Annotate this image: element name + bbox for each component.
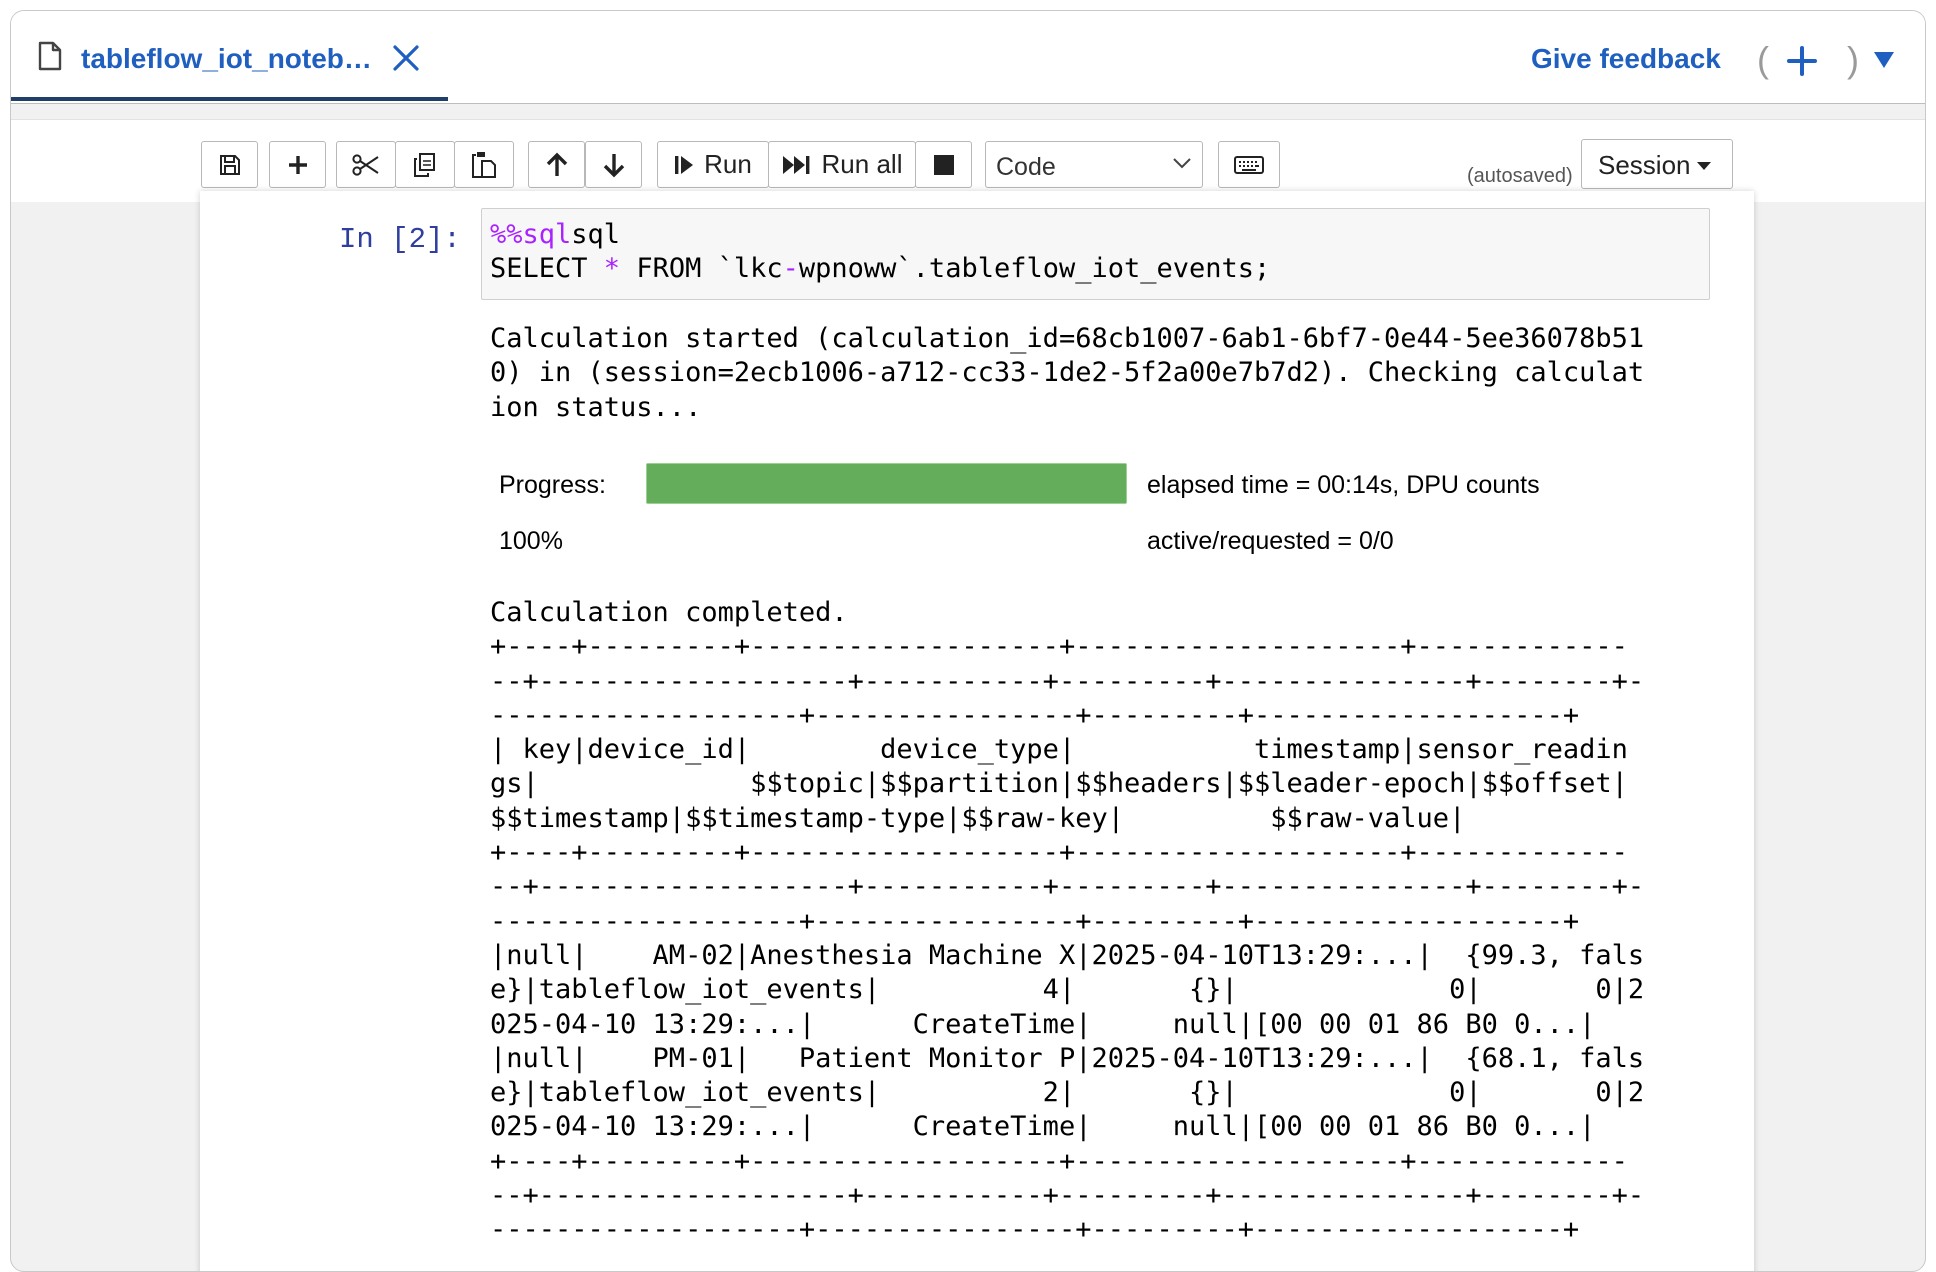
notebook-toolbar: Run Run all Code (autosaved) Session — [11, 119, 1925, 202]
give-feedback-link[interactable]: Give feedback — [1531, 43, 1721, 75]
step-forward-icon — [675, 155, 694, 174]
elapsed-time-text: elapsed time = 00:14s, DPU counts — [1147, 471, 1540, 499]
move-up-button[interactable] — [528, 141, 585, 188]
run-all-label: Run all — [821, 149, 903, 179]
cell-type-select[interactable]: Code — [985, 141, 1203, 188]
notebook-window: tableflow_iot_noteb… Give feedback ( ) R… — [10, 10, 1926, 1272]
plus-icon[interactable] — [1786, 45, 1818, 77]
tab-title: tableflow_iot_noteb… — [81, 43, 372, 74]
insert-cell-button[interactable] — [269, 141, 326, 188]
code-from: FROM `lkc — [620, 253, 783, 284]
paste-icon — [472, 151, 496, 178]
result-table-output: Calculation completed. +----+---------+-… — [490, 597, 1645, 1246]
plus-icon — [288, 155, 307, 174]
dpu-counts-text: active/requested = 0/0 — [1147, 527, 1394, 555]
file-icon — [38, 41, 62, 71]
tab-notebook[interactable]: tableflow_iot_noteb… — [11, 11, 448, 101]
cell-prompt: In [2]: — [339, 223, 461, 256]
chevron-down-icon — [1173, 158, 1191, 169]
save-icon — [219, 154, 240, 175]
paren-close: ) — [1847, 39, 1859, 80]
code-cell-editor[interactable]: %%sqlsql SELECT * FROM `lkc-wpnoww`.tabl… — [481, 208, 1710, 300]
scissors-icon — [352, 153, 379, 176]
calculation-start-output: Calculation started (calculation_id=68cb… — [490, 323, 1645, 423]
paren-open: ( — [1757, 39, 1769, 80]
cell-type-value: Code — [996, 153, 1056, 181]
arrow-up-icon — [546, 152, 567, 176]
triangle-down-icon[interactable] — [1873, 51, 1895, 69]
stop-button[interactable] — [915, 141, 972, 188]
copy-icon — [414, 152, 435, 177]
notebook-body: In [2]: %%sqlsql SELECT * FROM `lkc-wpno… — [200, 191, 1754, 1271]
autosave-status: (autosaved) — [1467, 165, 1573, 187]
code-star: * — [603, 253, 621, 284]
progress-bar-fill — [647, 464, 1126, 503]
fast-forward-icon — [782, 155, 809, 174]
progress-label: Progress: — [499, 471, 606, 499]
save-button[interactable] — [201, 141, 258, 188]
caret-down-icon — [1697, 162, 1711, 170]
code-rest: wpnoww`.tableflow_iot_events; — [798, 253, 1271, 284]
code-magic: %%sql — [490, 219, 572, 250]
keyboard-icon — [1234, 155, 1264, 174]
cut-button[interactable] — [336, 141, 396, 188]
run-label: Run — [704, 149, 752, 179]
close-icon[interactable] — [391, 43, 421, 73]
command-palette-button[interactable] — [1218, 141, 1280, 188]
code-dash: - — [782, 253, 799, 284]
code-select: SELECT — [490, 253, 604, 284]
copy-button[interactable] — [395, 141, 455, 188]
progress-percent: 100% — [499, 527, 563, 555]
session-dropdown[interactable]: Session — [1581, 139, 1733, 189]
session-label: Session — [1598, 150, 1691, 180]
move-down-button[interactable] — [585, 141, 642, 188]
paste-button[interactable] — [454, 141, 514, 188]
tab-bar: tableflow_iot_noteb… Give feedback ( ) — [11, 11, 1925, 104]
progress-bar — [646, 463, 1127, 504]
run-button[interactable]: Run — [657, 141, 769, 188]
stop-icon — [933, 154, 954, 175]
arrow-down-icon — [603, 153, 624, 177]
run-all-button[interactable]: Run all — [768, 141, 916, 188]
